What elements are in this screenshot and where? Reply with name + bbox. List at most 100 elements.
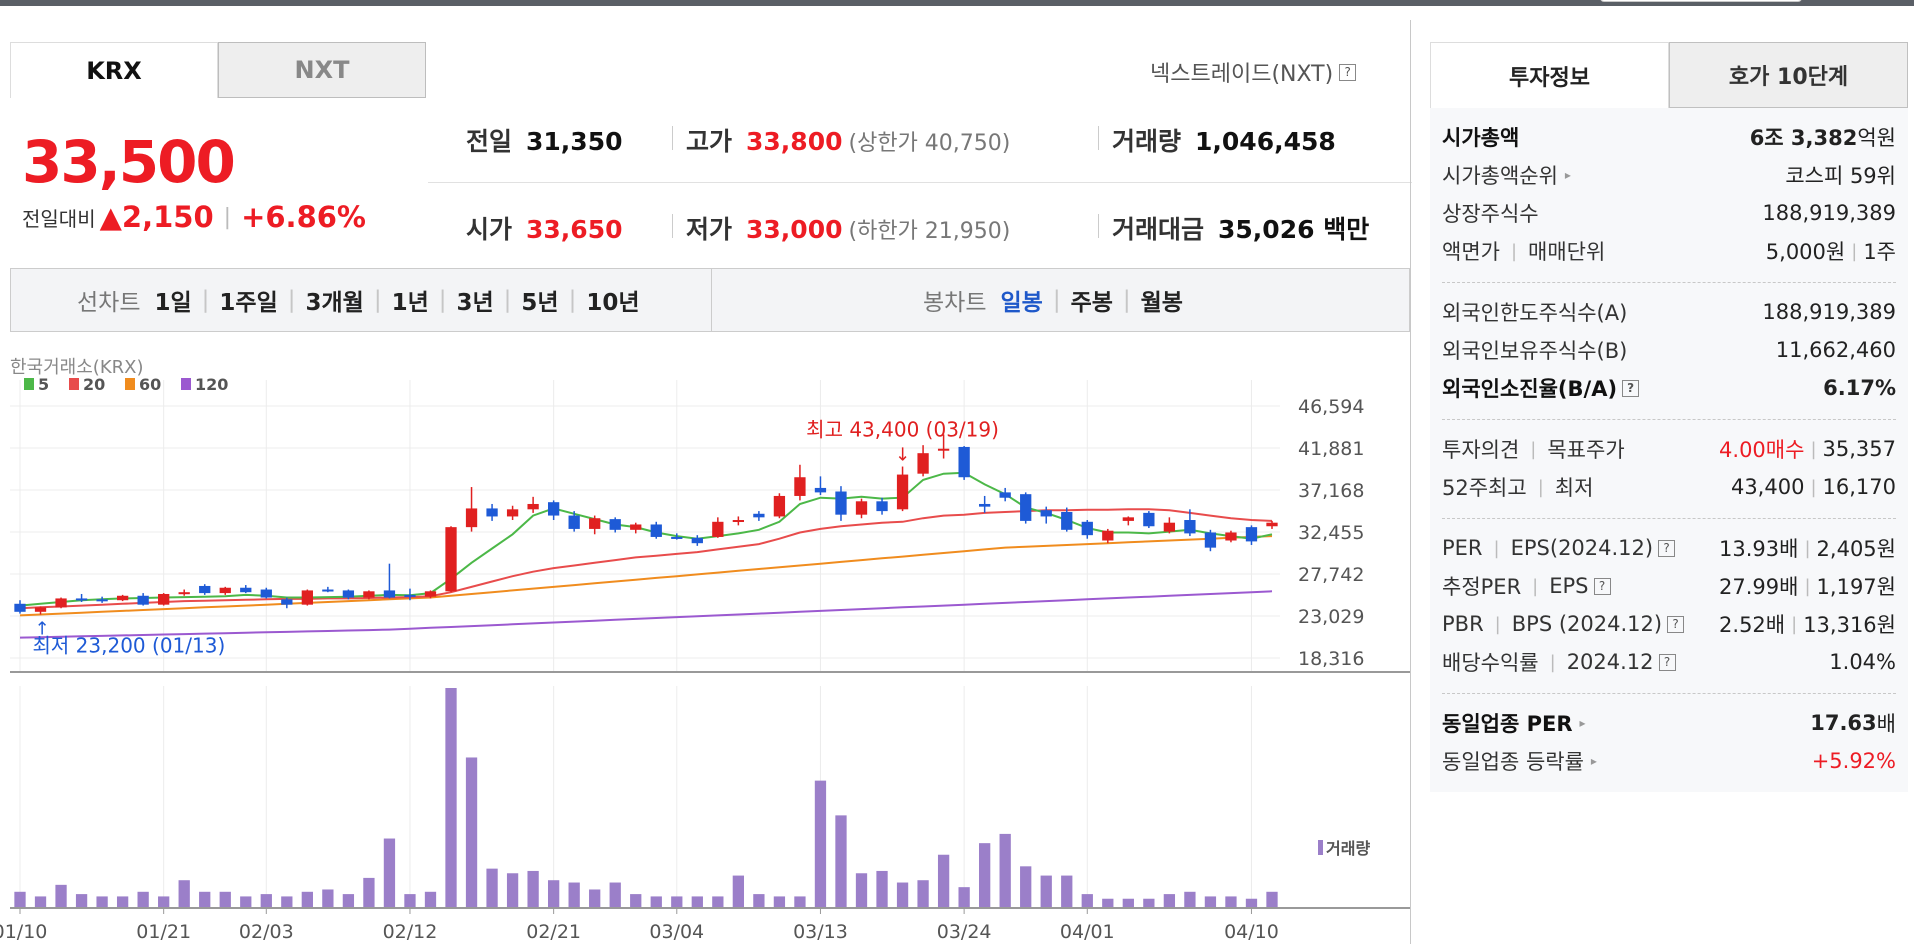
volume-bar xyxy=(506,873,519,908)
x-tick-label: 03/04 xyxy=(649,921,704,943)
info-value: 1.04% xyxy=(1829,650,1896,674)
volume-bar xyxy=(96,896,108,908)
period-item[interactable]: 1주일 xyxy=(219,283,277,317)
tab-nxt[interactable]: NXT xyxy=(218,42,426,98)
stock-chart[interactable]: 46,594 41,881 37,168 32,455 27,742 23,029 18,3… xyxy=(0,340,1414,944)
nxt-link-label[interactable]: 넥스트레이드(NXT) xyxy=(1150,56,1333,88)
tab-orderbook[interactable]: 호가 10단계 xyxy=(1669,42,1908,108)
volume-bar xyxy=(1102,898,1114,908)
stat-value: 1,046,458 xyxy=(1195,127,1336,156)
candle-body xyxy=(1081,521,1093,536)
volume-bar xyxy=(116,896,129,908)
info-key[interactable]: 동일업종 PER ▸ xyxy=(1442,708,1586,738)
stat-value: 35,026 백만 xyxy=(1218,215,1370,244)
info-key-label: 동일업종 PER xyxy=(1442,712,1573,736)
candle-body xyxy=(1122,517,1134,521)
stat-label: 거래량 xyxy=(1112,127,1182,156)
plot-area xyxy=(10,380,1410,671)
upper-limit: (상한가 40,750) xyxy=(848,131,1011,156)
info-row: 시가총액순위 ▸ 코스피 59위 xyxy=(1442,156,1896,194)
info-value: 27.99배 | 1,197원 xyxy=(1719,571,1896,601)
candle-body xyxy=(896,474,909,510)
candle-body xyxy=(116,595,129,601)
info-row: 동일업종 등락률 ▸ +5.92% xyxy=(1442,742,1896,780)
stat-label: 시가 xyxy=(466,215,513,244)
y-tick-label: 41,881 xyxy=(1298,438,1364,460)
candle-body xyxy=(876,501,888,512)
info-value-2: 16,170 xyxy=(1822,475,1896,499)
info-row: 동일업종 PER ▸ 17.63 배 xyxy=(1442,704,1896,742)
candle-body xyxy=(712,521,724,537)
volume-bar xyxy=(650,896,662,908)
candle-period-item[interactable]: 일봉 xyxy=(1000,283,1042,317)
search-input[interactable] xyxy=(1600,0,1802,2)
info-value: 13.93배 | 2,405원 xyxy=(1719,533,1896,563)
max-arrow-icon: ↓ xyxy=(895,445,910,466)
period-item[interactable]: 5년 xyxy=(521,283,558,317)
volume-bar xyxy=(1061,875,1073,908)
info-key[interactable]: PER | EPS(2024.12)? xyxy=(1442,536,1676,560)
info-value-text: 2.52배 xyxy=(1719,613,1786,637)
candle-period-item[interactable]: 월봉 xyxy=(1141,283,1183,317)
legend-swatch xyxy=(125,378,135,390)
period-item[interactable]: 3개월 xyxy=(305,283,363,317)
info-key[interactable]: 배당수익률 | 2024.12? xyxy=(1442,647,1676,677)
help-icon[interactable]: ? xyxy=(1593,577,1611,595)
period-item[interactable]: 10년 xyxy=(586,283,639,317)
info-key[interactable]: 동일업종 등락률 ▸ xyxy=(1442,746,1597,776)
help-icon[interactable]: ? xyxy=(1658,653,1676,671)
info-key-label: 액면가 xyxy=(1442,240,1500,264)
info-key[interactable]: 시가총액순위 ▸ xyxy=(1442,160,1571,190)
divider: | xyxy=(1810,476,1817,498)
info-value-strong: 6.17% xyxy=(1823,376,1896,400)
info-value-suffix: 배 xyxy=(1876,712,1896,736)
arrow-right-icon[interactable]: ▸ xyxy=(1565,168,1571,182)
info-value: +5.92% xyxy=(1812,749,1896,773)
arrow-right-icon[interactable]: ▸ xyxy=(1591,754,1597,768)
nxt-link[interactable]: 넥스트레이드(NXT) ? xyxy=(1150,56,1357,88)
candle-body xyxy=(506,509,519,517)
info-key: 투자의견 | 목표주가 xyxy=(1442,434,1625,464)
candle-body xyxy=(917,453,929,474)
info-row: PBR | BPS (2024.12)? 2.52배 | 13,316원 xyxy=(1442,605,1896,643)
arrow-right-icon[interactable]: ▸ xyxy=(1580,716,1586,730)
info-value-text: 188,919,389 xyxy=(1762,201,1896,225)
y-tick-label: 18,316 xyxy=(1298,648,1364,670)
volume-bar xyxy=(691,896,703,908)
info-key[interactable]: 추정PER | EPS? xyxy=(1442,571,1611,601)
lower-limit: (하한가 21,950) xyxy=(848,219,1011,244)
chart-svg[interactable]: 46,594 41,881 37,168 32,455 27,742 23,029 18,3… xyxy=(0,340,1414,944)
tab-krx[interactable]: KRX xyxy=(10,42,218,98)
period-item[interactable]: 3년 xyxy=(456,283,493,317)
period-item[interactable]: 1년 xyxy=(392,283,429,317)
volume-bar xyxy=(158,896,170,908)
volume-bar xyxy=(465,757,478,908)
help-icon[interactable]: ? xyxy=(1339,63,1357,81)
info-key[interactable]: PBR | BPS (2024.12)? xyxy=(1442,612,1685,636)
info-key-label: 투자의견 xyxy=(1442,438,1520,462)
info-row: PER | EPS(2024.12)? 13.93배 | 2,405원 xyxy=(1442,529,1896,567)
candle-period-item[interactable]: 주봉 xyxy=(1071,283,1113,317)
volume-bar xyxy=(1184,891,1196,908)
info-value-text: 27.99배 xyxy=(1719,575,1799,599)
tab-investment-info[interactable]: 투자정보 xyxy=(1430,42,1669,108)
candle-body xyxy=(999,492,1011,498)
info-key[interactable]: 외국인소진율(B/A)? xyxy=(1442,373,1640,403)
help-icon[interactable]: ? xyxy=(1622,379,1640,397)
volume-bar xyxy=(424,891,437,908)
period-item[interactable]: 1일 xyxy=(154,283,191,317)
volume-bar xyxy=(568,882,580,908)
candle-body xyxy=(363,591,375,598)
stat-low: 저가 33,000 (하한가 21,950) xyxy=(686,210,1010,246)
info-key-label-2: 최저 xyxy=(1554,476,1594,500)
help-icon[interactable]: ? xyxy=(1667,615,1685,633)
info-value-2: 2,405원 xyxy=(1816,537,1896,561)
help-icon[interactable]: ? xyxy=(1658,539,1676,557)
info-row: 52주최고 | 최저 43,400 | 16,170 xyxy=(1442,468,1896,506)
candle-body xyxy=(650,524,662,537)
info-value-text: 1.04% xyxy=(1829,650,1896,674)
volume-bar xyxy=(342,894,355,908)
info-key-label-2: EPS(2024.12) xyxy=(1510,536,1654,560)
volume-bar xyxy=(55,884,67,908)
candle-body xyxy=(486,508,498,517)
